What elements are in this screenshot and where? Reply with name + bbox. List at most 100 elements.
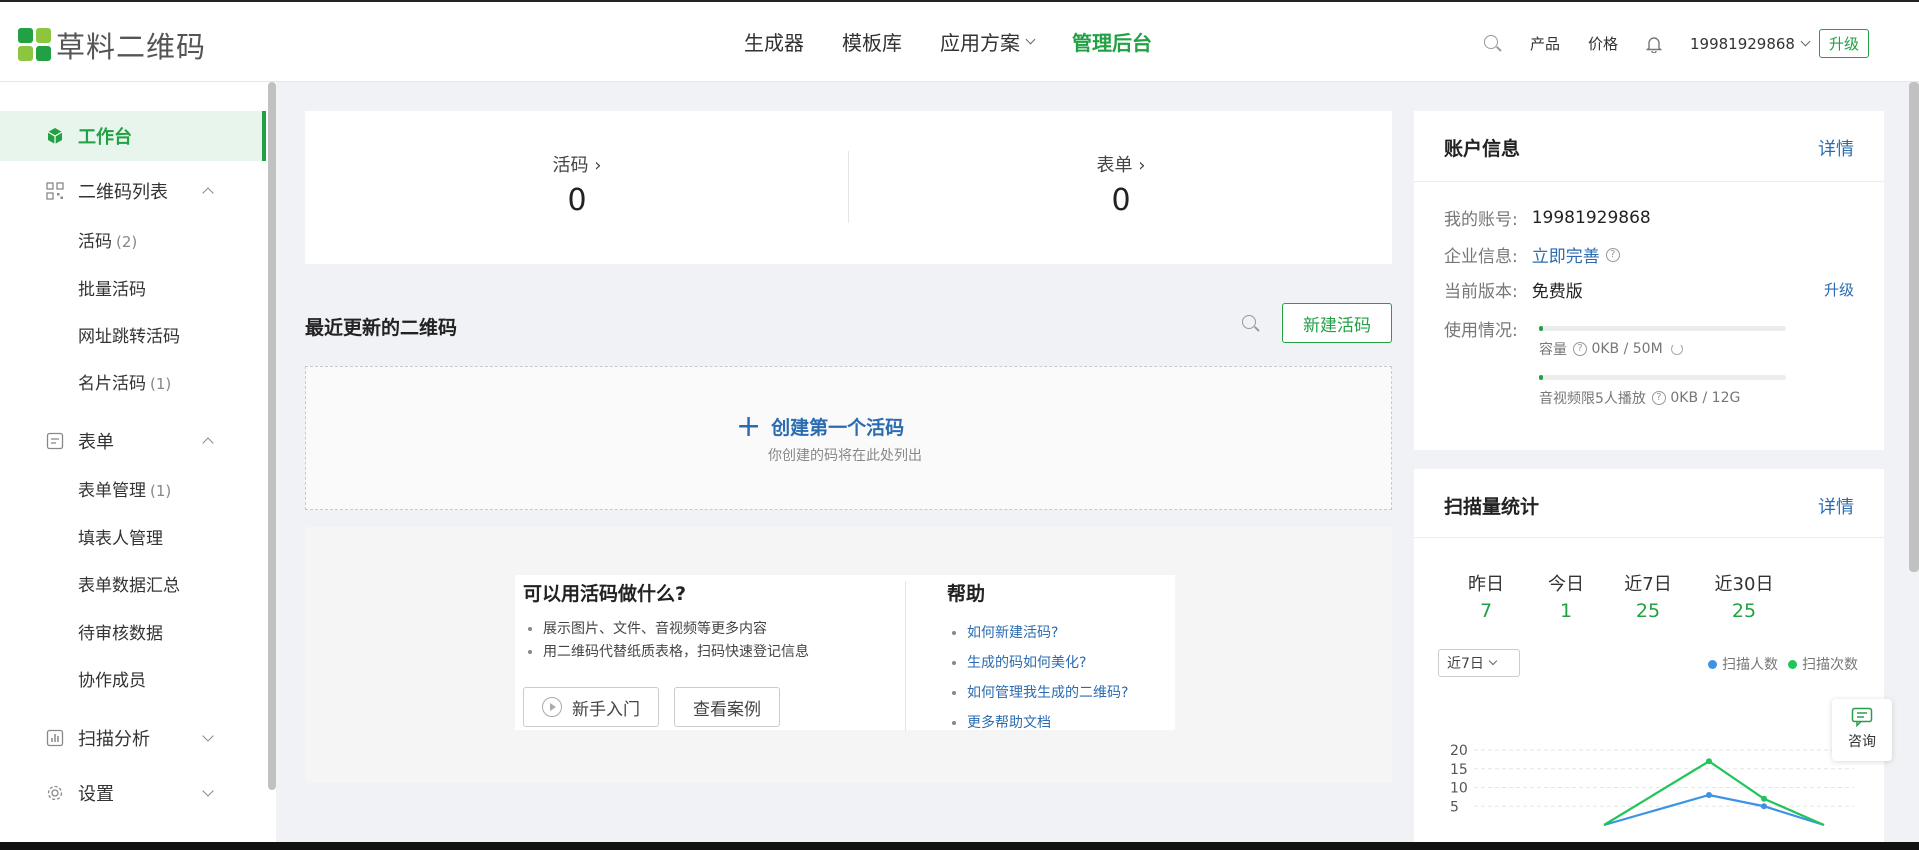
divider — [1414, 181, 1884, 182]
sidebar-item-workbench[interactable]: 工作台 — [0, 111, 266, 161]
help-icon[interactable]: ? — [1573, 342, 1587, 356]
page-scrollbar[interactable] — [1909, 82, 1919, 572]
consult-label: 咨询 — [1848, 734, 1876, 750]
media-label: 音视频限5人播放 — [1539, 391, 1646, 407]
account-menu[interactable]: 19981929868 — [1690, 35, 1811, 53]
chevron-right-icon: › — [594, 155, 602, 176]
legend-times[interactable]: 扫描次数 — [1788, 654, 1858, 674]
scan-title: 扫描量统计 — [1444, 496, 1540, 518]
sidebar-item-settings[interactable]: 设置 — [0, 770, 266, 816]
refresh-icon[interactable] — [1670, 343, 1683, 355]
sidebar-label: 活码 — [78, 231, 112, 252]
scan-stat-value: 25 — [1731, 600, 1757, 622]
bar-chart-icon — [46, 729, 64, 747]
account-card: 账户信息 详情 我的账号: 19981929868 企业信息: 立即完善? 当前版本… — [1414, 111, 1884, 450]
scan-stat-label: 近7日 — [1624, 574, 1672, 595]
y-tick-label: 5 — [1450, 799, 1459, 815]
data-point[interactable] — [1761, 795, 1767, 802]
sidebar: 工作台 二维码列表 活码 (2) 批量活码 网址跳转活码 名片活码 (1) 表单 表… — [0, 82, 276, 850]
divider — [848, 151, 849, 223]
upgrade-button[interactable]: 升级 — [1818, 29, 1869, 58]
sidebar-label: 名片活码 — [78, 373, 146, 394]
sidebar-label: 待审核数据 — [78, 623, 163, 644]
card-count: (1) — [150, 374, 172, 393]
legend-people[interactable]: 扫描人数 — [1708, 654, 1778, 674]
range-select[interactable]: 近7日 — [1438, 649, 1520, 677]
sidebar-item-pending[interactable]: 待审核数据 — [0, 608, 266, 654]
search-icon[interactable] — [1242, 315, 1260, 333]
nav-generator[interactable]: 生成器 — [744, 27, 804, 56]
help-inner: 可以用活码做什么? 展示图片、文件、音视频等更多内容 用二维码代替纸质表格，扫码… — [515, 575, 1175, 731]
account-upgrade-link[interactable]: 升级 — [1824, 279, 1854, 300]
nav-solutions[interactable]: 应用方案 — [940, 27, 1036, 56]
sidebar-item-scan-analysis[interactable]: 扫描分析 — [0, 715, 266, 761]
chat-icon — [1851, 707, 1873, 728]
chevron-down-icon — [1025, 34, 1036, 45]
help-icon[interactable]: ? — [1605, 247, 1620, 262]
plus-icon: + — [736, 408, 762, 444]
sidebar-item-form-manage[interactable]: 表单管理 (1) — [0, 465, 266, 511]
scan-stat-30days: 近30日 25 — [1704, 570, 1784, 622]
legend-people-label: 扫描人数 — [1722, 657, 1778, 673]
sidebar-label: 设置 — [78, 784, 114, 805]
price-link[interactable]: 价格 — [1588, 33, 1618, 54]
company-row: 企业信息: 立即完善? — [1444, 242, 1620, 267]
media-bar — [1539, 375, 1786, 380]
new-huoma-button[interactable]: 新建活码 — [1282, 303, 1392, 343]
form-stat-value: 0 — [1111, 183, 1131, 218]
search-icon[interactable] — [1483, 34, 1502, 53]
sidebar-item-qr-list[interactable]: 二维码列表 — [0, 168, 266, 214]
consult-button[interactable]: 咨询 — [1832, 699, 1892, 761]
product-link[interactable]: 产品 — [1530, 33, 1560, 54]
huoma-count: (2) — [116, 232, 138, 251]
bell-icon[interactable] — [1646, 35, 1662, 53]
huoma-stat[interactable]: 活码 › 0 — [477, 151, 677, 218]
data-point[interactable] — [1706, 758, 1712, 765]
sidebar-label: 表单 — [78, 432, 114, 453]
capacity-value: 0KB / 50M — [1591, 341, 1663, 357]
form-manage-count: (1) — [150, 481, 172, 500]
form-stat-label: 表单 — [1096, 155, 1133, 176]
bottom-strip — [0, 842, 1919, 850]
sidebar-item-huoma[interactable]: 活码 (2) — [0, 216, 266, 262]
sidebar-label: 扫描分析 — [78, 729, 150, 750]
cases-button[interactable]: 查看案例 — [674, 687, 780, 727]
version-row: 当前版本: 免费版 — [1444, 277, 1583, 302]
help-link[interactable]: 生成的码如何美化? — [967, 648, 1128, 678]
sidebar-item-collaborators[interactable]: 协作成员 — [0, 655, 266, 701]
sidebar-item-batch[interactable]: 批量活码 — [0, 264, 266, 310]
nav-templates[interactable]: 模板库 — [842, 27, 902, 56]
scan-stat-today: 今日 1 — [1526, 570, 1606, 622]
beginner-button[interactable]: 新手入门 — [523, 687, 659, 727]
what-item: 用二维码代替纸质表格，扫码快速登记信息 — [543, 641, 809, 664]
create-first-link[interactable]: + 创建第一个活码 — [736, 408, 904, 444]
sidebar-scrollbar[interactable] — [268, 82, 276, 790]
logo[interactable]: 草料二维码 — [18, 24, 206, 66]
help-link[interactable]: 更多帮助文档 — [967, 708, 1128, 738]
huoma-stat-label: 活码 — [552, 155, 589, 176]
scan-detail-link[interactable]: 详情 — [1818, 493, 1854, 519]
account-detail-link[interactable]: 详情 — [1818, 135, 1854, 161]
chevron-down-icon — [1488, 656, 1498, 666]
scan-stat-label: 近30日 — [1714, 574, 1774, 595]
help-icon[interactable]: ? — [1651, 391, 1666, 405]
nav-admin[interactable]: 管理后台 — [1072, 27, 1152, 56]
y-tick-label: 10 — [1450, 781, 1468, 797]
data-point[interactable] — [1761, 803, 1767, 810]
sidebar-item-filler-manage[interactable]: 填表人管理 — [0, 513, 266, 559]
main-nav: 生成器 模板库 应用方案 管理后台 — [744, 27, 1190, 56]
form-icon — [46, 432, 64, 450]
legend-times-label: 扫描次数 — [1802, 657, 1858, 673]
help-link[interactable]: 如何新建活码? — [967, 618, 1128, 648]
sidebar-item-url-jump[interactable]: 网址跳转活码 — [0, 311, 266, 357]
form-stat[interactable]: 表单 › 0 — [1021, 151, 1221, 218]
help-link[interactable]: 如何管理我生成的二维码? — [967, 678, 1128, 708]
sidebar-item-form-data[interactable]: 表单数据汇总 — [0, 560, 266, 606]
capacity-text: 容量? 0KB / 50M — [1539, 339, 1683, 359]
y-tick-label: 15 — [1450, 762, 1468, 778]
sidebar-item-business-card[interactable]: 名片活码 (1) — [0, 358, 266, 404]
company-complete-link[interactable]: 立即完善 — [1532, 242, 1600, 267]
data-point[interactable] — [1706, 792, 1712, 798]
sidebar-label: 工作台 — [78, 127, 132, 148]
sidebar-item-form[interactable]: 表单 — [0, 418, 266, 464]
